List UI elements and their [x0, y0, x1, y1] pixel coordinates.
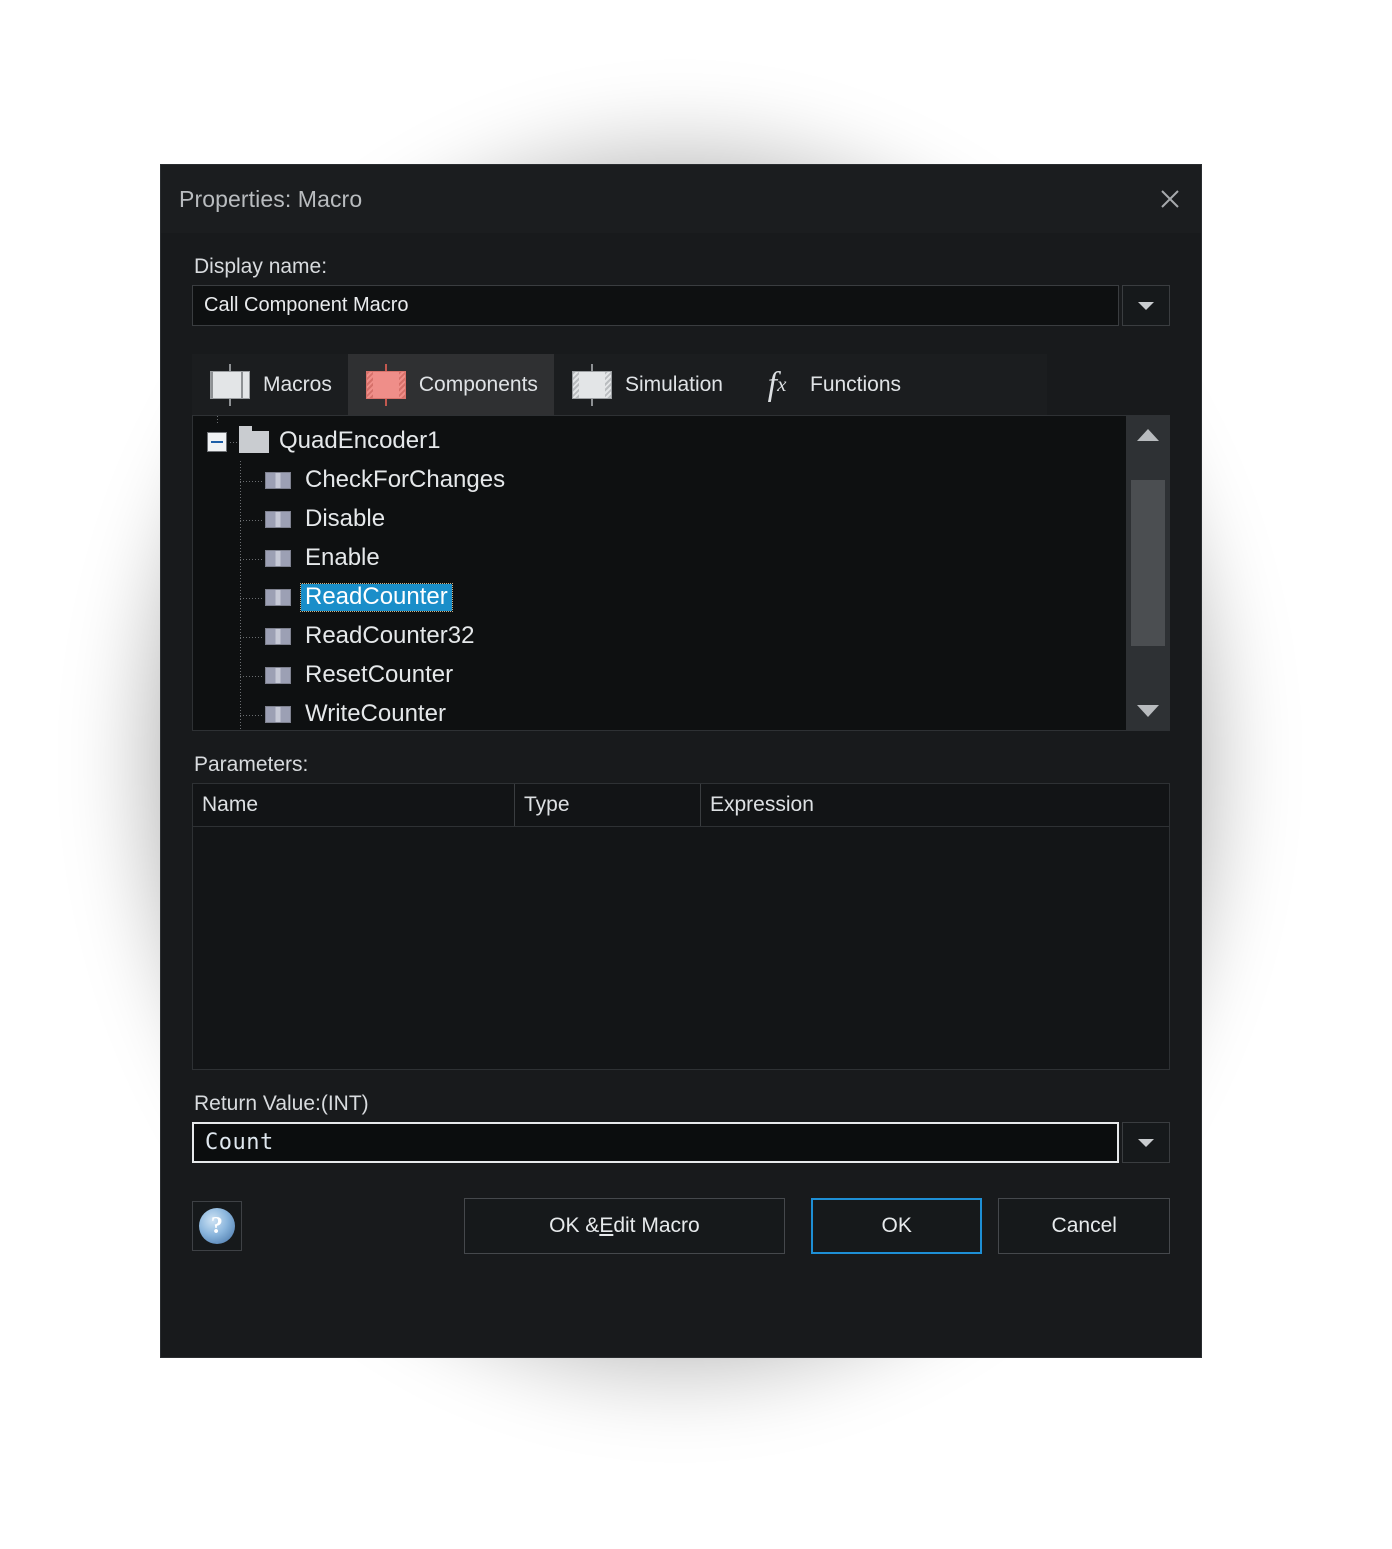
dialog-title: Properties: Macro [179, 185, 363, 212]
column-header-type[interactable]: Type [515, 784, 701, 827]
tree-item[interactable]: ResetCounter [201, 656, 1126, 695]
tree-item[interactable]: CheckForChanges [201, 461, 1126, 500]
cancel-button-label: Cancel [1051, 1214, 1117, 1238]
scroll-down-button[interactable] [1127, 692, 1169, 731]
scroll-up-button[interactable] [1127, 416, 1169, 455]
tree-item-label: ResetCounter [305, 661, 454, 689]
scroll-up-arrow-icon [1137, 429, 1159, 442]
tree-item-label: Enable [305, 544, 380, 572]
parameters-header-row: Name Type Expression [193, 784, 1169, 827]
scrollbar-track[interactable] [1127, 454, 1169, 692]
tab-macros[interactable]: Macros [192, 354, 348, 415]
tab-components-label: Components [418, 372, 538, 396]
display-name-dropdown-button[interactable] [1122, 285, 1170, 327]
tree-vertical-scrollbar[interactable] [1126, 416, 1169, 731]
ok-edit-macro-label-post: dit Macro [613, 1214, 700, 1238]
folder-icon [239, 425, 269, 453]
macro-block-icon [265, 667, 291, 685]
column-header-expression[interactable]: Expression [701, 784, 1169, 826]
tree-node-root-label: QuadEncoder1 [279, 427, 441, 455]
display-name-label: Display name: [194, 255, 328, 278]
tab-simulation-label: Simulation [624, 372, 723, 396]
macro-block-icon [265, 511, 291, 529]
dialog-body: Display name: Call Component Macro Macro… [161, 255, 1201, 1255]
close-icon [1157, 186, 1183, 212]
tree-guide-line [240, 480, 262, 482]
dialog-footer: ? OK & Edit Macro OK Cancel [192, 1197, 1170, 1255]
help-button[interactable]: ? [192, 1201, 242, 1252]
macro-block-icon [265, 589, 291, 607]
parameters-table: Name Type Expression [192, 783, 1170, 1071]
tree-guide-line [217, 416, 218, 425]
tree-item-label: Disable [305, 505, 386, 533]
tree-node-root[interactable]: QuadEncoder1 [201, 416, 1126, 461]
tree-item-label: WriteCounter [305, 700, 446, 728]
ok-edit-macro-label-pre: OK & [549, 1214, 600, 1238]
component-chip-red-icon [364, 363, 408, 406]
minus-box-icon[interactable] [207, 431, 227, 452]
cancel-button[interactable]: Cancel [998, 1198, 1170, 1255]
return-value-label: Return Value:(INT) [194, 1092, 369, 1116]
parameters-rows-area[interactable] [193, 826, 1169, 1070]
tree-item-selected[interactable]: ReadCounter [201, 578, 1126, 617]
parameters-label: Parameters: [194, 753, 309, 777]
chevron-down-icon [1138, 1138, 1154, 1147]
display-name-combobox[interactable]: Call Component Macro [192, 285, 1170, 327]
close-button[interactable] [1139, 165, 1201, 233]
component-chip-hatched-icon [570, 363, 614, 406]
tree-guide-line [240, 597, 262, 599]
macro-block-icon [265, 472, 291, 490]
ok-edit-macro-accesskey: E [599, 1214, 614, 1238]
tree-item[interactable]: WriteCounter [201, 695, 1126, 730]
tab-components[interactable]: Components [347, 354, 554, 416]
fx-icon: fx [767, 365, 787, 403]
help-question-icon: ? [198, 1208, 235, 1245]
tab-functions-label: Functions [810, 372, 902, 396]
scrollbar-thumb[interactable] [1131, 480, 1165, 647]
ok-and-edit-macro-button[interactable]: OK & Edit Macro [463, 1198, 785, 1255]
macro-block-icon [265, 550, 291, 568]
macro-block-icon [265, 628, 291, 646]
return-value-input[interactable]: Count [192, 1122, 1119, 1164]
tab-macros-label: Macros [263, 372, 332, 396]
tree-guide-line [240, 636, 262, 638]
ok-button[interactable]: OK [810, 1198, 983, 1255]
ok-button-label: OK [881, 1214, 912, 1238]
source-tabs: Macros Components Simulation fx Function… [192, 354, 1047, 416]
tree-guide-line [240, 675, 262, 677]
tab-functions[interactable]: fx Functions [739, 354, 917, 415]
tree-guide-line [240, 714, 262, 716]
scroll-down-arrow-icon [1137, 705, 1159, 718]
chevron-down-icon [1138, 301, 1154, 310]
display-name-input[interactable]: Call Component Macro [192, 285, 1119, 327]
tree-item[interactable]: Disable [201, 500, 1126, 539]
tree-item-label: ReadCounter [300, 583, 453, 612]
tree-item-label: ReadCounter32 [305, 622, 475, 650]
properties-macro-dialog: Properties: Macro Display name: Call Com… [161, 165, 1201, 1357]
column-header-name[interactable]: Name [193, 784, 515, 827]
macro-block-icon [265, 706, 291, 724]
tree-item[interactable]: ReadCounter32 [201, 617, 1126, 656]
tree-item-label: CheckForChanges [305, 466, 506, 494]
tree-item[interactable]: Enable [201, 539, 1126, 578]
macro-tree-panel: QuadEncoder1 CheckForChanges Disable Ena… [192, 415, 1170, 732]
component-chip-icon [208, 363, 252, 406]
dialog-titlebar: Properties: Macro [161, 165, 1201, 233]
return-value-dropdown-button[interactable] [1122, 1122, 1170, 1164]
macro-tree[interactable]: QuadEncoder1 CheckForChanges Disable Ena… [193, 416, 1126, 731]
tab-simulation[interactable]: Simulation [554, 354, 739, 415]
return-value-combobox[interactable]: Count [192, 1122, 1170, 1164]
tree-guide-line [240, 558, 262, 560]
tree-guide-line [240, 519, 262, 521]
